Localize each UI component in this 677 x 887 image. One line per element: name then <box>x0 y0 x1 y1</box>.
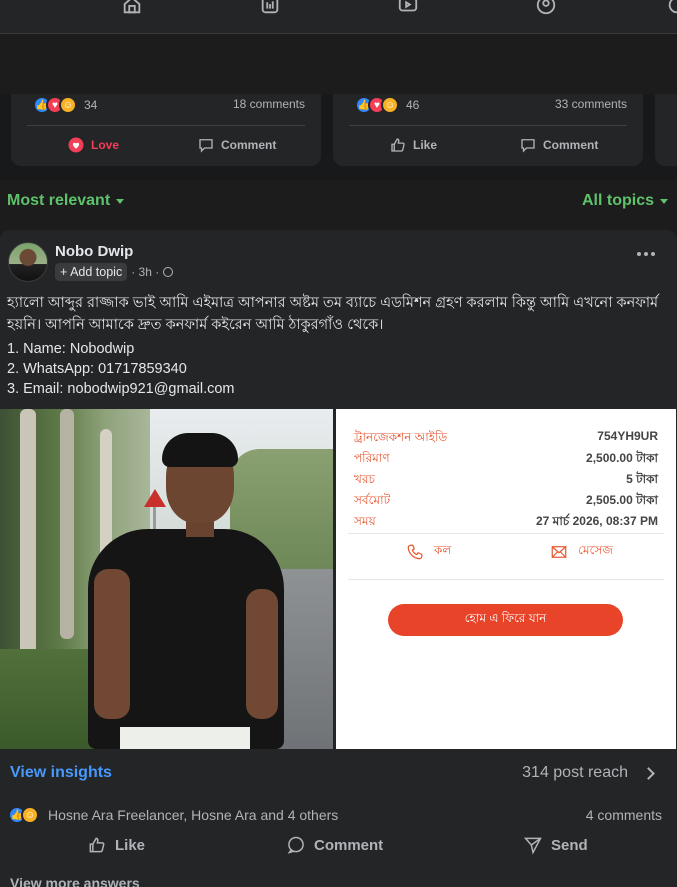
comment-count[interactable]: 33 comments <box>555 97 627 111</box>
detail-line: 2. WhatsApp: 01717859340 <box>7 361 187 377</box>
comment-count[interactable]: 18 comments <box>233 97 305 111</box>
author-name[interactable]: Nobo Dwip <box>55 243 133 260</box>
reaction-summary[interactable]: 👍 ♥ ☺ 34 <box>33 96 97 114</box>
post-body-text: হ্যালো আব্দুর রাজ্জাক ভাই আমি এইমাত্র আপ… <box>7 295 659 333</box>
top-navigation-bar <box>0 0 677 34</box>
avatar[interactable] <box>8 242 48 282</box>
reactor-names: Hosne Ara Freelancer, Hosne Ara and 4 ot… <box>48 807 339 823</box>
receipt-row: ট্রানজেকশন আইডি 754YH9UR <box>354 429 658 444</box>
post-actions: Like Comment Send <box>0 835 677 865</box>
more-options-icon[interactable] <box>637 252 655 256</box>
view-insights-link[interactable]: View insights <box>10 764 112 782</box>
feed-spacer <box>0 34 677 94</box>
related-post-card[interactable]: 👍 ♥ ☺ 34 18 comments Love Comment <box>11 94 321 166</box>
envelope-icon <box>551 546 567 558</box>
comment-button[interactable]: Comment <box>519 136 598 154</box>
add-topic-button[interactable]: + Add topic <box>55 263 128 281</box>
love-icon <box>68 137 84 153</box>
like-button[interactable]: Like <box>389 136 437 154</box>
thumbs-up-icon <box>89 837 105 853</box>
road-sign <box>144 489 166 507</box>
reaction-summary[interactable]: 👍 ☺ Hosne Ara Freelancer, Hosne Ara and … <box>8 806 338 824</box>
love-button[interactable]: Love <box>67 136 119 154</box>
receipt-row: সময় 27 মার্চ 2026, 08:37 PM <box>354 514 658 528</box>
caret-down-icon <box>116 198 125 204</box>
all-topics-dropdown[interactable]: All topics <box>582 192 668 210</box>
related-post-card[interactable]: 👍 ♥ ☺ 46 33 comments Like Comment <box>333 94 643 166</box>
post-details: 1. Name: Nobodwip 2. WhatsApp: 017178593… <box>7 339 235 399</box>
comment-icon <box>199 139 213 153</box>
all-topics-label: All topics <box>581 192 654 209</box>
reaction-summary[interactable]: 👍 ♥ ☺ 46 <box>355 96 419 114</box>
chevron-right-icon <box>642 766 655 780</box>
post-card: Nobo Dwip + Add topic · 3h · হ্যালো আব্দ… <box>0 230 677 887</box>
comment-button[interactable]: Comment <box>197 136 276 154</box>
send-button[interactable]: Send <box>523 835 588 855</box>
like-label: Like <box>115 836 146 854</box>
most-relevant-label: Most relevant <box>7 192 111 209</box>
post-photo[interactable] <box>0 409 333 749</box>
related-post-card-partial[interactable] <box>655 94 677 166</box>
care-reaction-icon: ☺ <box>59 96 77 114</box>
like-label: Like <box>413 138 438 152</box>
send-label: Send <box>551 836 588 854</box>
thumbs-up-icon <box>391 138 405 152</box>
receipt-row: খরচ 5 টাকা <box>354 472 658 486</box>
love-label: Love <box>91 138 120 152</box>
groups-icon[interactable] <box>532 0 560 18</box>
message-label: মেসেজ <box>578 543 614 557</box>
like-button[interactable]: Like <box>87 835 145 855</box>
home-icon[interactable] <box>118 0 146 18</box>
care-reaction-icon: ☺ <box>381 96 399 114</box>
phone-icon <box>407 544 423 560</box>
feed-filters: Most relevant All topics <box>0 186 677 218</box>
send-icon <box>523 837 542 855</box>
care-reaction-icon: ☺ <box>21 806 39 824</box>
reaction-count: 34 <box>84 98 98 112</box>
call-button[interactable]: কল <box>406 542 451 562</box>
post-reach-label: 314 post reach <box>522 764 628 781</box>
comment-icon <box>287 836 304 854</box>
most-relevant-dropdown[interactable]: Most relevant <box>7 192 125 210</box>
comment-button[interactable]: Comment <box>286 835 383 855</box>
caret-down-icon <box>660 198 668 204</box>
post-meta: + Add topic · 3h · <box>55 263 174 281</box>
comment-label: Comment <box>314 836 384 854</box>
message-button[interactable]: মেসেজ <box>550 542 613 562</box>
divider <box>27 125 305 126</box>
more-icon[interactable] <box>663 0 677 18</box>
reaction-count: 46 <box>406 98 420 112</box>
payment-receipt-image[interactable]: ট্রানজেকশন আইডি 754YH9UR পরিমাণ 2,500.00… <box>336 409 676 749</box>
post-time[interactable]: · 3h · <box>131 265 159 279</box>
comments-count[interactable]: 4 comments <box>586 807 662 823</box>
comment-icon <box>521 139 535 153</box>
post-reach[interactable]: 314 post reach <box>522 764 655 782</box>
video-icon[interactable] <box>394 0 422 18</box>
pages-icon[interactable] <box>256 0 284 18</box>
detail-line: 1. Name: Nobodwip <box>7 341 135 357</box>
detail-line: 3. Email: nobodwip921@gmail.com <box>7 381 235 397</box>
comment-label: Comment <box>543 138 599 152</box>
comment-label: Comment <box>221 138 277 152</box>
related-posts-carousel: 👍 ♥ ☺ 34 18 comments Love Comment 👍 ♥ ☺ … <box>0 94 677 180</box>
call-label: কল <box>434 543 452 557</box>
go-home-button[interactable]: হোম এ ফিরে যান <box>388 604 623 636</box>
view-more-answers-link[interactable]: View more answers <box>10 875 140 887</box>
globe-icon <box>163 267 174 277</box>
divider <box>349 125 627 126</box>
receipt-row: সর্বমোট 2,505.00 টাকা <box>354 493 658 507</box>
receipt-row: পরিমাণ 2,500.00 টাকা <box>354 451 658 465</box>
